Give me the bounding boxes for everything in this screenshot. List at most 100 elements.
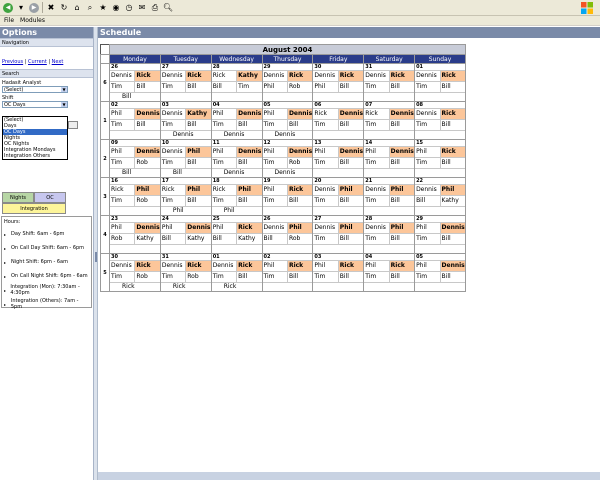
- analyst-name[interactable]: Phil: [237, 184, 262, 195]
- day-cell[interactable]: 21 Dennis Phil Tim Bill: [363, 177, 416, 216]
- analyst-name[interactable]: Rick: [338, 70, 364, 81]
- analyst-name[interactable]: Dennis: [313, 184, 339, 195]
- integration-analyst[interactable]: [262, 206, 313, 215]
- analyst-name[interactable]: Tim: [262, 119, 288, 130]
- analyst-name[interactable]: Bill: [338, 195, 364, 206]
- day-cell[interactable]: 26 Dennis Phil Bill Rob: [261, 215, 314, 254]
- analyst-name[interactable]: Dennis: [364, 222, 390, 233]
- day-cell[interactable]: 19 Phil Rick Tim Bill: [261, 177, 314, 216]
- analyst-name[interactable]: Dennis: [135, 222, 160, 233]
- integration-analyst[interactable]: [313, 206, 364, 215]
- splitter-grip-icon[interactable]: [95, 252, 97, 262]
- history-icon[interactable]: ◷: [124, 3, 134, 13]
- analyst-name[interactable]: Phil: [415, 260, 441, 271]
- analyst-name[interactable]: Rob: [135, 157, 160, 168]
- analyst-name[interactable]: Tim: [313, 157, 339, 168]
- analyst-name[interactable]: Phil: [415, 222, 441, 233]
- day-cell[interactable]: 28 Rick Kathy Bill Tim: [210, 63, 263, 102]
- analyst-name[interactable]: Dennis: [262, 70, 288, 81]
- analyst-name[interactable]: Rick: [389, 70, 415, 81]
- analyst-name[interactable]: Dennis: [160, 260, 187, 271]
- analyst-name[interactable]: Bill: [135, 119, 160, 130]
- analyst-name[interactable]: Phil: [440, 184, 465, 195]
- analyst-name[interactable]: Phil: [211, 108, 238, 119]
- integration-analyst[interactable]: [415, 282, 465, 291]
- analyst-name[interactable]: Dennis: [415, 184, 441, 195]
- analyst-name[interactable]: Bill: [237, 271, 262, 282]
- analyst-name[interactable]: Phil: [186, 184, 211, 195]
- analyst-name[interactable]: Bill: [211, 233, 238, 244]
- search-go-button[interactable]: [68, 121, 78, 129]
- day-cell[interactable]: 26 Dennis Rick Tim Bill Bill: [109, 63, 161, 102]
- analyst-name[interactable]: Phil: [211, 146, 238, 157]
- analyst-name[interactable]: Dennis: [262, 222, 288, 233]
- analyst-name[interactable]: Bill: [389, 233, 415, 244]
- analyst-name[interactable]: Dennis: [440, 222, 465, 233]
- analyst-name[interactable]: Dennis: [160, 70, 187, 81]
- day-cell[interactable]: 27 Dennis Phil Tim Bill: [312, 215, 365, 254]
- analyst-name[interactable]: Rick: [364, 108, 390, 119]
- integration-analyst[interactable]: [415, 92, 465, 101]
- integration-analyst[interactable]: [262, 282, 313, 291]
- analyst-name[interactable]: Tim: [313, 195, 339, 206]
- analyst-name[interactable]: Bill: [338, 81, 364, 92]
- integration-analyst[interactable]: [364, 92, 415, 101]
- analyst-name[interactable]: Tim: [160, 157, 187, 168]
- analyst-name[interactable]: Rick: [313, 108, 339, 119]
- day-cell[interactable]: 23 Phil Dennis Rob Kathy: [109, 215, 161, 254]
- analyst-name[interactable]: Bill: [389, 119, 415, 130]
- analyst-name[interactable]: Rick: [237, 222, 262, 233]
- analyst-name[interactable]: Bill: [338, 119, 364, 130]
- integration-analyst[interactable]: Rick: [211, 282, 262, 291]
- analyst-name[interactable]: Bill: [262, 233, 288, 244]
- analyst-name[interactable]: Rick: [440, 146, 465, 157]
- integration-analyst[interactable]: Bill: [160, 168, 211, 177]
- previous-link[interactable]: Previous: [2, 59, 23, 65]
- analyst-name[interactable]: Dennis: [415, 108, 441, 119]
- dropdown-arrow-icon[interactable]: ▾: [16, 3, 26, 13]
- analyst-name[interactable]: Bill: [135, 81, 160, 92]
- analyst-name[interactable]: Tim: [160, 195, 187, 206]
- analyst-name[interactable]: Rick: [135, 260, 160, 271]
- integration-analyst[interactable]: [364, 244, 415, 253]
- analyst-name[interactable]: Phil: [364, 146, 390, 157]
- forward-icon[interactable]: ▶: [29, 2, 39, 13]
- analyst-name[interactable]: Phil: [262, 260, 288, 271]
- analyst-name[interactable]: Tim: [110, 195, 136, 206]
- analyst-name[interactable]: Bill: [389, 195, 415, 206]
- analyst-name[interactable]: Bill: [415, 195, 441, 206]
- analyst-name[interactable]: Dennis: [186, 222, 211, 233]
- integration-analyst[interactable]: Bill: [110, 168, 160, 177]
- integration-analyst[interactable]: [262, 92, 313, 101]
- analyst-name[interactable]: Phil: [364, 260, 390, 271]
- integration-analyst[interactable]: [110, 244, 160, 253]
- day-cell[interactable]: 05 Phil Dennis Tim Bill Dennis: [261, 101, 314, 140]
- analyst-select[interactable]: (Select) ▼: [2, 86, 68, 93]
- integration-analyst[interactable]: [364, 206, 415, 215]
- analyst-name[interactable]: Kathy: [135, 233, 160, 244]
- integration-analyst[interactable]: [313, 244, 364, 253]
- analyst-name[interactable]: Tim: [110, 157, 136, 168]
- analyst-name[interactable]: Bill: [237, 119, 262, 130]
- integration-analyst[interactable]: Dennis: [262, 168, 313, 177]
- analyst-name[interactable]: Dennis: [338, 146, 364, 157]
- analyst-name[interactable]: Bill: [287, 119, 313, 130]
- day-cell[interactable]: 30 Dennis Rick Tim Rob Rick: [109, 253, 161, 292]
- analyst-name[interactable]: Dennis: [415, 70, 441, 81]
- print-icon[interactable]: ⎙: [150, 3, 160, 13]
- analyst-name[interactable]: Phil: [262, 146, 288, 157]
- analyst-name[interactable]: Rick: [440, 70, 465, 81]
- mail-icon[interactable]: ✉: [137, 3, 147, 13]
- analyst-name[interactable]: Tim: [364, 119, 390, 130]
- chevron-down-icon[interactable]: ▼: [61, 87, 67, 92]
- day-cell[interactable]: 12 Phil Dennis Tim Rob Dennis: [261, 139, 314, 178]
- day-cell[interactable]: 25 Phil Rick Bill Kathy: [210, 215, 263, 254]
- analyst-name[interactable]: Phil: [313, 260, 339, 271]
- analyst-name[interactable]: Phil: [160, 222, 187, 233]
- day-cell[interactable]: 13 Phil Dennis Tim Bill: [312, 139, 365, 178]
- analyst-name[interactable]: Rick: [389, 260, 415, 271]
- analyst-name[interactable]: Tim: [364, 271, 390, 282]
- day-cell[interactable]: 27 Dennis Rick Tim Bill: [159, 63, 212, 102]
- analyst-name[interactable]: Rob: [287, 81, 313, 92]
- analyst-name[interactable]: Kathy: [186, 108, 211, 119]
